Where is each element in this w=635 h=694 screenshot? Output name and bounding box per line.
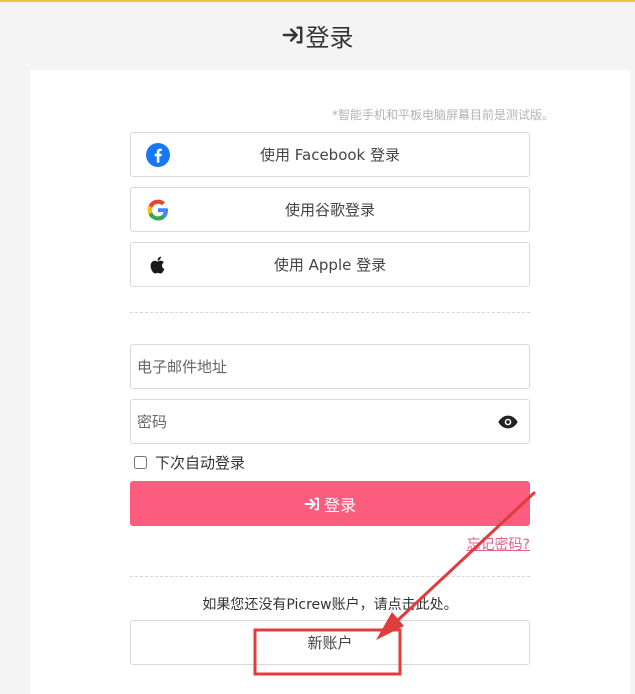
login-icon: [282, 26, 302, 44]
divider: [130, 312, 530, 313]
new-account-label: 新账户: [307, 634, 353, 652]
forgot-password-link[interactable]: 忘记密码?: [430, 534, 530, 554]
page-header: 登录: [0, 14, 635, 56]
login-button-icon: [304, 497, 319, 510]
apple-login-label: 使用 Apple 登录: [273, 256, 387, 274]
login-card: *智能手机和平板电脑屏幕目前是测试版。 使用 Facebook 登录 使用谷歌登…: [30, 70, 630, 694]
apple-icon: [146, 253, 170, 277]
eye-icon[interactable]: [497, 411, 519, 433]
top-accent-bar: [0, 0, 635, 2]
divider: [130, 576, 530, 577]
facebook-login-label: 使用 Facebook 登录: [259, 146, 401, 164]
remember-me[interactable]: 下次自动登录: [134, 452, 245, 473]
email-field[interactable]: [130, 344, 530, 389]
page-title: 登录: [305, 23, 354, 52]
google-icon: [146, 198, 170, 222]
facebook-login-button[interactable]: 使用 Facebook 登录: [130, 132, 530, 177]
beta-note: *智能手机和平板电脑屏幕目前是测试版。: [331, 108, 554, 122]
new-account-button[interactable]: 新账户: [130, 620, 530, 665]
password-field[interactable]: [130, 399, 530, 444]
google-login-label: 使用谷歌登录: [284, 201, 375, 219]
login-button[interactable]: 登录: [130, 481, 530, 526]
google-login-button[interactable]: 使用谷歌登录: [130, 187, 530, 232]
apple-login-button[interactable]: 使用 Apple 登录: [130, 242, 530, 287]
signup-hint: 如果您还没有Picrew账户，请点击此处。: [202, 597, 458, 613]
facebook-icon: [146, 143, 170, 167]
remember-me-checkbox[interactable]: [134, 456, 147, 469]
remember-me-label: 下次自动登录: [155, 454, 246, 472]
login-button-label: 登录: [323, 495, 356, 515]
